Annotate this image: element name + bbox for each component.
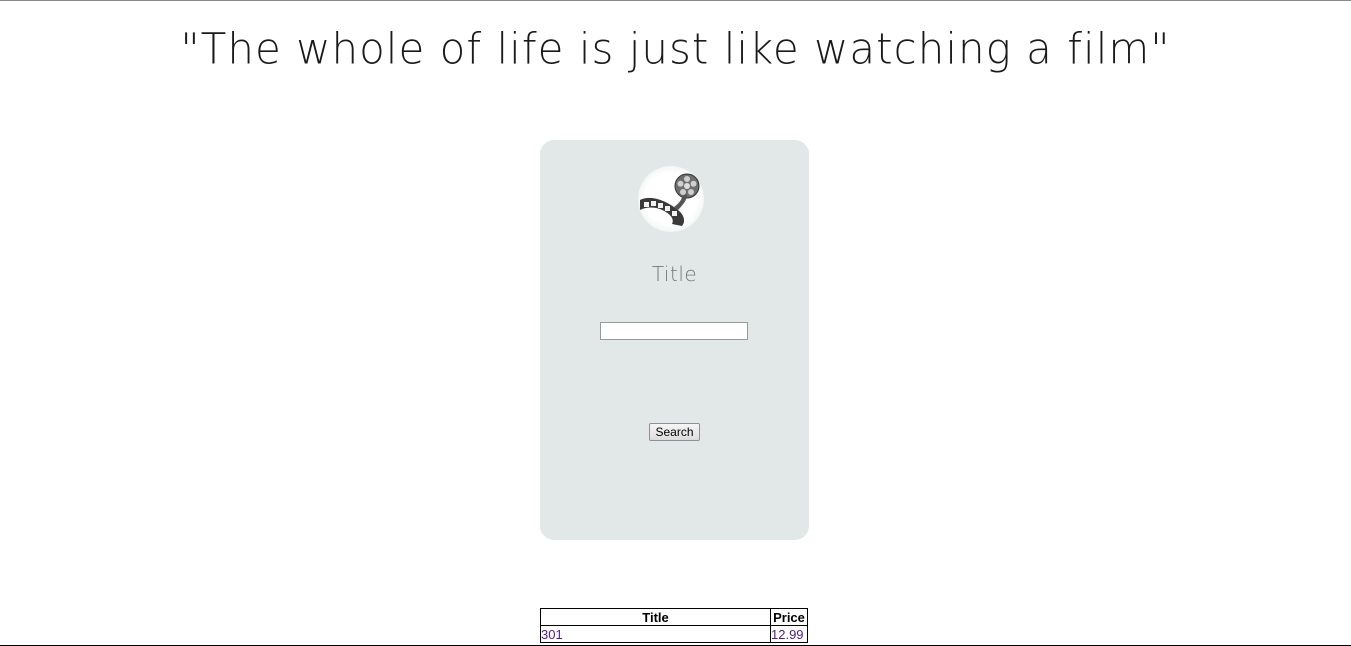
page-quote: "The whole of life is just like watching… (180, 23, 1171, 74)
cell-title: 301 (540, 625, 771, 643)
search-card: Title Search (540, 140, 809, 540)
page: "The whole of life is just like watching… (0, 0, 1351, 646)
column-header-price: Price (770, 608, 808, 626)
title-field-label: Title (651, 262, 698, 286)
table-header-row: Title Price (540, 608, 808, 626)
search-button[interactable]: Search (649, 423, 700, 441)
title-search-input[interactable] (600, 322, 748, 340)
table-row: 301 12.99 (540, 625, 808, 643)
cell-price: 12.99 (770, 625, 808, 643)
price-link[interactable]: 12.99 (771, 627, 804, 642)
column-header-title: Title (540, 608, 771, 626)
film-reel-icon (638, 166, 704, 232)
results-table: Title Price 301 12.99 (540, 608, 808, 643)
title-link[interactable]: 301 (541, 627, 563, 642)
